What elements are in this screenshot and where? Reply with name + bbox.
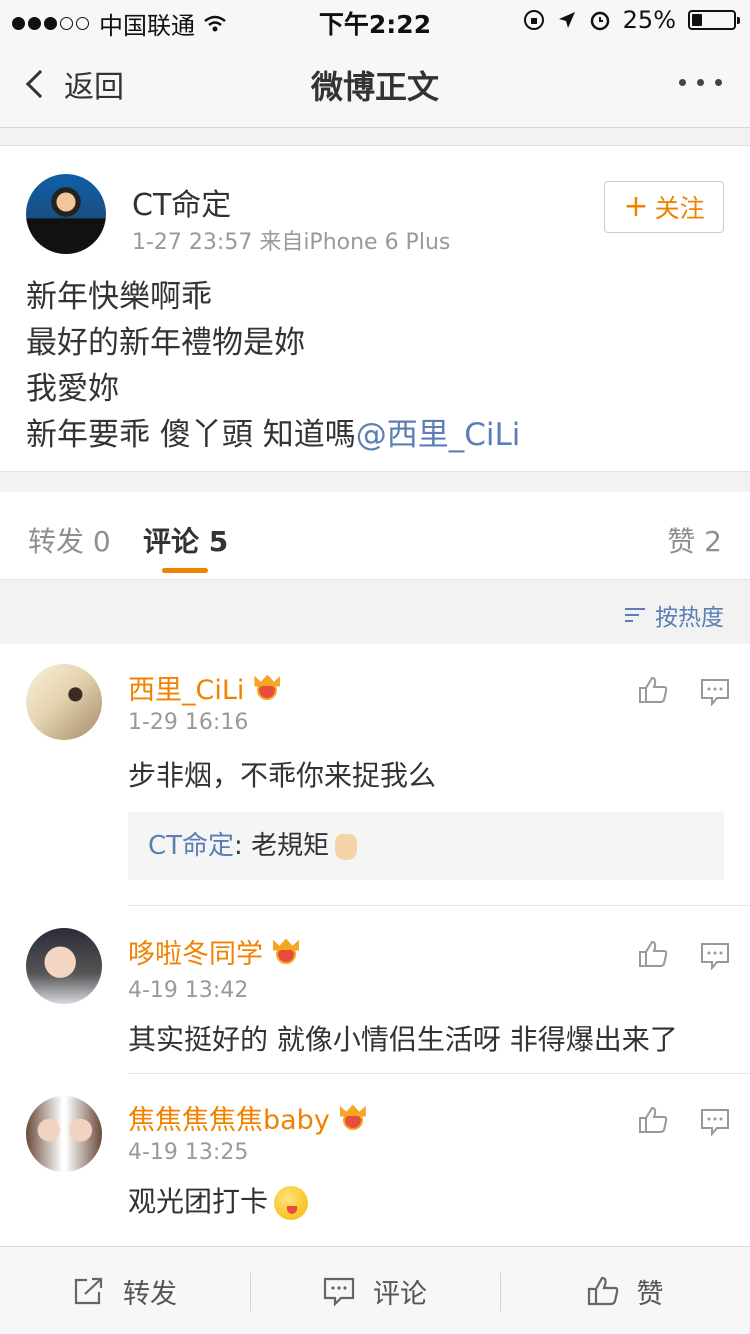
comment-icon [323,1277,355,1306]
reply-quote: CT命定: 老規矩 [128,812,724,880]
status-right: 25% [523,6,740,34]
repost-button[interactable]: 转发 [0,1247,250,1334]
follow-label: 关注 [654,194,705,223]
post-line: 我愛妳 [26,371,119,407]
commenter-name-text: 哆啦冬同学 [128,939,263,970]
commenter-name[interactable]: 西里_CiLi [128,668,282,707]
post-meta: 1-27 23:57 来自iPhone 6 Plus [132,230,451,255]
thumbs-up-icon[interactable] [638,676,668,704]
more-button[interactable] [679,79,722,86]
post-content: 新年快樂啊乖 最好的新年禮物是妳 我愛妳 新年要乖 傻丫頭 知道嗎@西里_CiL… [26,274,520,458]
battery-icon [688,10,740,30]
sort-bar: 按热度 [0,580,750,644]
alarm-icon [590,11,609,31]
vip-crown-icon [271,938,301,965]
post-line: 新年快樂啊乖 [26,279,212,315]
sort-icon [625,606,647,624]
commenter-avatar[interactable] [26,1096,102,1172]
tab-likes[interactable]: 赞 2 [667,520,722,560]
commenter-name[interactable]: 哆啦冬同学 [128,932,301,971]
commenter-name[interactable]: 焦焦焦焦焦baby [128,1098,368,1137]
thumbs-up-icon[interactable] [638,940,668,968]
comment-item: 焦焦焦焦焦baby 4-19 13:25 观光团打卡 [0,1074,750,1246]
reply-icon[interactable] [700,678,730,706]
plus-icon: + [623,189,649,224]
post-line-text: 新年要乖 傻丫頭 知道嗎 [26,417,356,453]
rotation-lock-icon [523,10,544,30]
comment-text: 步非烟，不乖你来捉我么 [128,759,437,792]
reply-author[interactable]: CT命定 [148,831,234,861]
comment-time: 1-29 16:16 [128,710,249,735]
repost-label: 转发 [123,1278,177,1310]
like-label: 赞 [636,1278,664,1310]
vip-crown-icon [338,1104,368,1131]
follow-button[interactable]: + 关注 [604,181,724,233]
commenter-avatar[interactable] [26,928,102,1004]
comment-time: 4-19 13:25 [128,1140,249,1165]
sort-button[interactable]: 按热度 [625,598,724,632]
battery-percent: 25% [622,6,676,34]
tab-repost[interactable]: 转发 0 [28,520,111,560]
sort-label: 按热度 [655,605,724,631]
nav-bar: 返回 微博正文 [0,40,750,128]
comment-text: 其实挺好的 就像小情侣生活呀 非得爆出来了 [128,1023,678,1056]
page-title: 微博正文 [310,68,439,106]
reply-text: : 老規矩 [234,831,330,861]
reply-icon[interactable] [700,942,730,970]
comment-list: 西里_CiLi 1-29 16:16 步非烟，不乖你来捉我么 CT命定: 老規矩… [0,644,750,1246]
share-icon [74,1277,103,1305]
reply-icon[interactable] [700,1108,730,1136]
like-button[interactable]: 赞 [500,1247,750,1334]
status-bar: 中国联通 下午2:22 25% [0,0,750,40]
author-name[interactable]: CT命定 [132,180,231,224]
comment-label: 评论 [373,1278,427,1310]
bottom-toolbar: 转发 评论 赞 [0,1246,750,1334]
tab-comments[interactable]: 评论 5 [143,520,228,560]
tab-bar: 转发 0 评论 5 赞 2 [0,492,750,580]
post-line: 新年要乖 傻丫頭 知道嗎@西里_CiLi [26,412,520,458]
peace-hand-emoji [335,833,358,860]
commenter-name-text: 焦焦焦焦焦baby [128,1105,330,1136]
post-line: 最好的新年禮物是妳 [26,325,305,361]
vip-crown-icon [252,674,282,701]
comment-item: 哆啦冬同学 4-19 13:42 其实挺好的 就像小情侣生活呀 非得爆出来了 [0,906,750,1074]
mention-link[interactable]: @西里_CiLi [356,417,521,453]
tongue-emoji [274,1186,309,1220]
comment-text: 观光团打卡 [128,1180,309,1220]
comment-text-content: 观光团打卡 [128,1185,269,1218]
thumbs-up-icon [587,1276,618,1306]
comment-item: 西里_CiLi 1-29 16:16 步非烟，不乖你来捉我么 CT命定: 老規矩 [0,644,750,906]
battery-fill [692,14,702,26]
commenter-name-text: 西里_CiLi [128,675,245,706]
comment-button[interactable]: 评论 [250,1247,500,1334]
tab-indicator [162,568,208,573]
thumbs-up-icon[interactable] [638,1106,668,1134]
post-card: CT命定 1-27 23:57 来自iPhone 6 Plus + 关注 新年快… [0,145,750,472]
author-avatar[interactable] [26,174,106,254]
comment-time: 4-19 13:42 [128,978,249,1003]
location-icon [558,12,575,28]
commenter-avatar[interactable] [26,664,102,740]
